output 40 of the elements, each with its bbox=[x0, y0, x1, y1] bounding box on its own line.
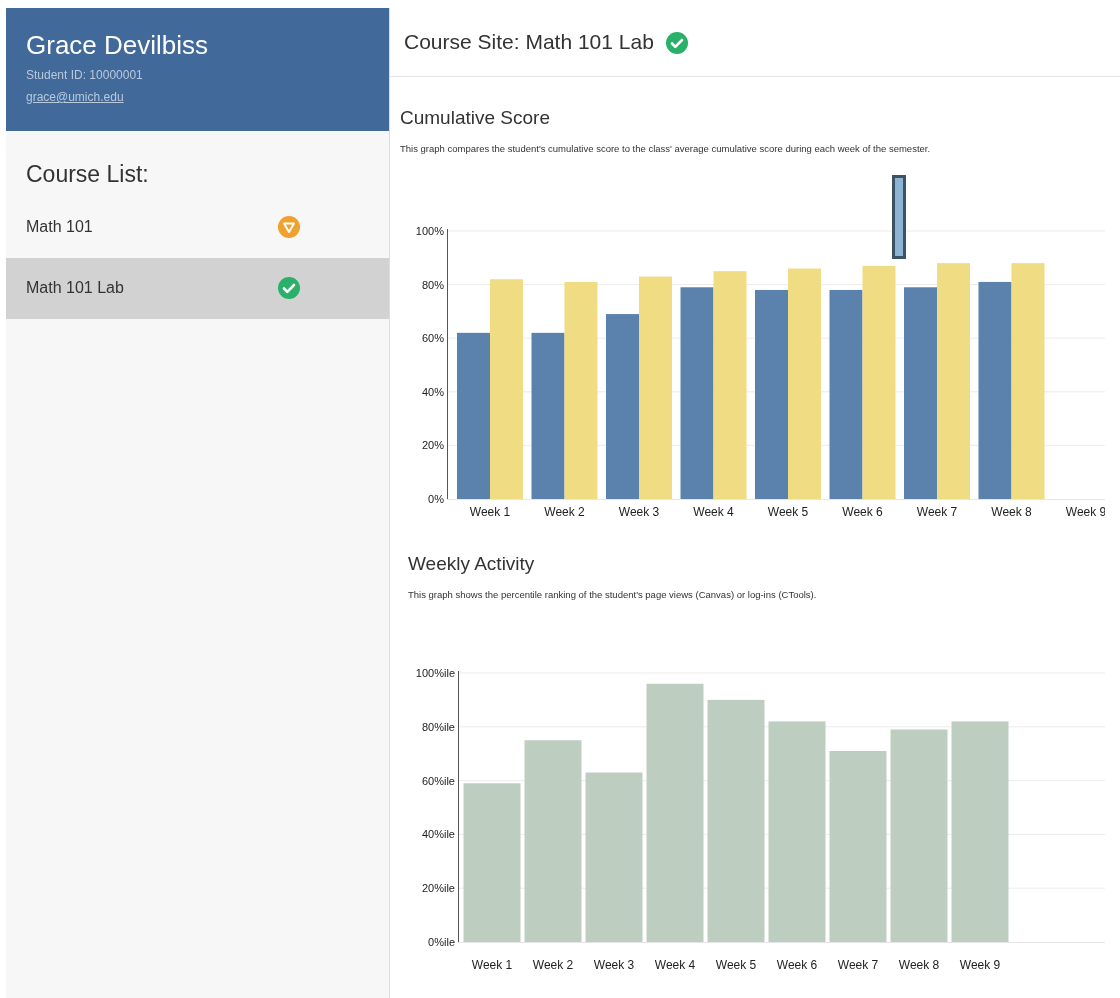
axis-category-label: Week 3 bbox=[618, 505, 660, 520]
course-list-heading: Course List: bbox=[25, 160, 150, 189]
axis-category-label: Week 8 bbox=[991, 505, 1032, 520]
student-id: Student ID: 10000001 bbox=[26, 67, 144, 84]
axis-category-label: Week 5 bbox=[767, 505, 809, 520]
axis-category-label: Week 9 bbox=[959, 958, 1001, 973]
axis-category-label: Week 6 bbox=[842, 505, 883, 520]
chart-description: This graph compares the student's cumulative score to the class' average cumulative score during each week of the semester. bbox=[400, 141, 932, 156]
axis-category-label: Week 1 bbox=[469, 505, 511, 520]
axis-category-label: Week 2 bbox=[544, 505, 585, 520]
axis-tick-label: 40% bbox=[421, 385, 444, 398]
axis-category-label: Week 9 bbox=[1065, 505, 1105, 520]
section-heading: Weekly Activity bbox=[408, 553, 536, 576]
axis-category-label: Week 7 bbox=[837, 958, 879, 973]
axis-category-label: Week 2 bbox=[532, 958, 574, 973]
page-title: Course Site: Math 101 Lab bbox=[404, 29, 654, 55]
axis-category-label: Week 5 bbox=[715, 958, 757, 973]
axis-category-label: Week 8 bbox=[898, 958, 940, 973]
axis-category-label: Week 1 bbox=[471, 958, 513, 973]
chart-description: This graph shows the percentile ranking of the student's page views (Canvas) or log-ins (CTools). bbox=[408, 587, 818, 602]
axis-tick-label: 0%ile bbox=[428, 936, 455, 949]
axis-tick-label: 20% bbox=[421, 439, 444, 452]
axis-category-label: Week 4 bbox=[693, 505, 734, 520]
course-item[interactable]: Math 101 bbox=[6, 196, 389, 258]
axis-tick-label: 40%ile bbox=[421, 828, 455, 841]
axis-tick-label: 60% bbox=[421, 332, 444, 345]
axis-tick-label: 100%ile bbox=[415, 667, 455, 680]
axis-tick-label: 100% bbox=[415, 225, 444, 238]
axis-category-label: Week 6 bbox=[776, 958, 818, 973]
course-item[interactable]: Math 101 Lab bbox=[6, 257, 389, 319]
axis-category-label: Week 4 bbox=[654, 958, 696, 973]
student-name: Grace Devilbiss bbox=[26, 30, 210, 62]
section-heading: Cumulative Score bbox=[400, 107, 551, 130]
axis-category-label: Week 7 bbox=[916, 505, 958, 520]
axis-tick-label: 20%ile bbox=[421, 882, 455, 895]
axis-tick-label: 0% bbox=[428, 493, 444, 506]
axis-tick-label: 60%ile bbox=[421, 774, 455, 787]
axis-tick-label: 80% bbox=[421, 278, 444, 291]
axis-category-label: Week 3 bbox=[593, 958, 635, 973]
axis-tick-label: 80%ile bbox=[421, 720, 455, 733]
